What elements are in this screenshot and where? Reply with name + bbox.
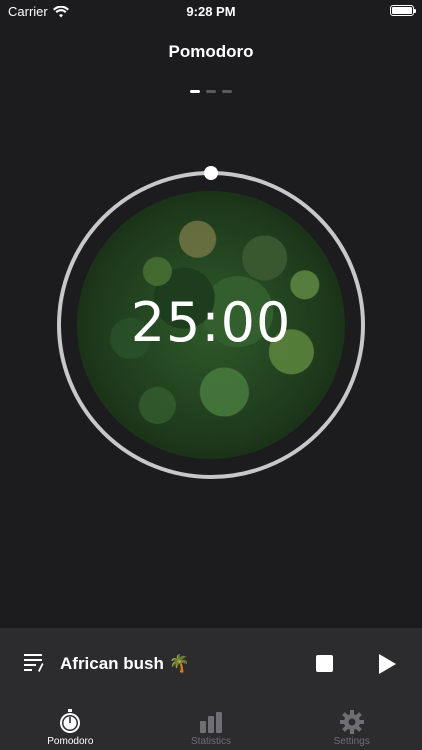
page-title: Pomodoro [168,42,254,61]
timer-display: 25:00 [130,291,292,354]
timer[interactable]: 25:00 [57,166,365,479]
status-bar: Carrier 9:28 PM [0,0,422,24]
page-dot-1[interactable] [190,90,200,93]
tab-statistics[interactable]: Statistics [141,700,282,750]
status-time: 9:28 PM [186,4,236,19]
page-dot-2[interactable] [206,90,216,93]
tab-label-statistics: Statistics [191,736,232,747]
page-dot-3[interactable] [222,90,232,93]
tab-bar: Pomodoro Statistics Settings [0,700,422,750]
track-name[interactable]: African bush 🌴 [60,654,190,674]
stopwatch-icon [60,709,81,733]
tab-label-pomodoro: Pomodoro [47,736,94,747]
stop-button[interactable] [316,655,333,672]
bar-chart-icon [200,712,222,733]
tab-pomodoro[interactable]: Pomodoro [0,700,141,750]
tab-settings[interactable]: Settings [281,700,422,750]
timer-handle[interactable] [204,166,218,180]
battery-icon [390,5,416,16]
playlist-icon[interactable] [24,653,46,673]
play-button[interactable] [376,653,398,675]
sound-player: African bush 🌴 [0,628,422,700]
gear-icon [339,710,364,734]
status-right [390,5,416,16]
tab-label-settings: Settings [333,736,370,747]
page-indicator[interactable] [0,90,422,93]
